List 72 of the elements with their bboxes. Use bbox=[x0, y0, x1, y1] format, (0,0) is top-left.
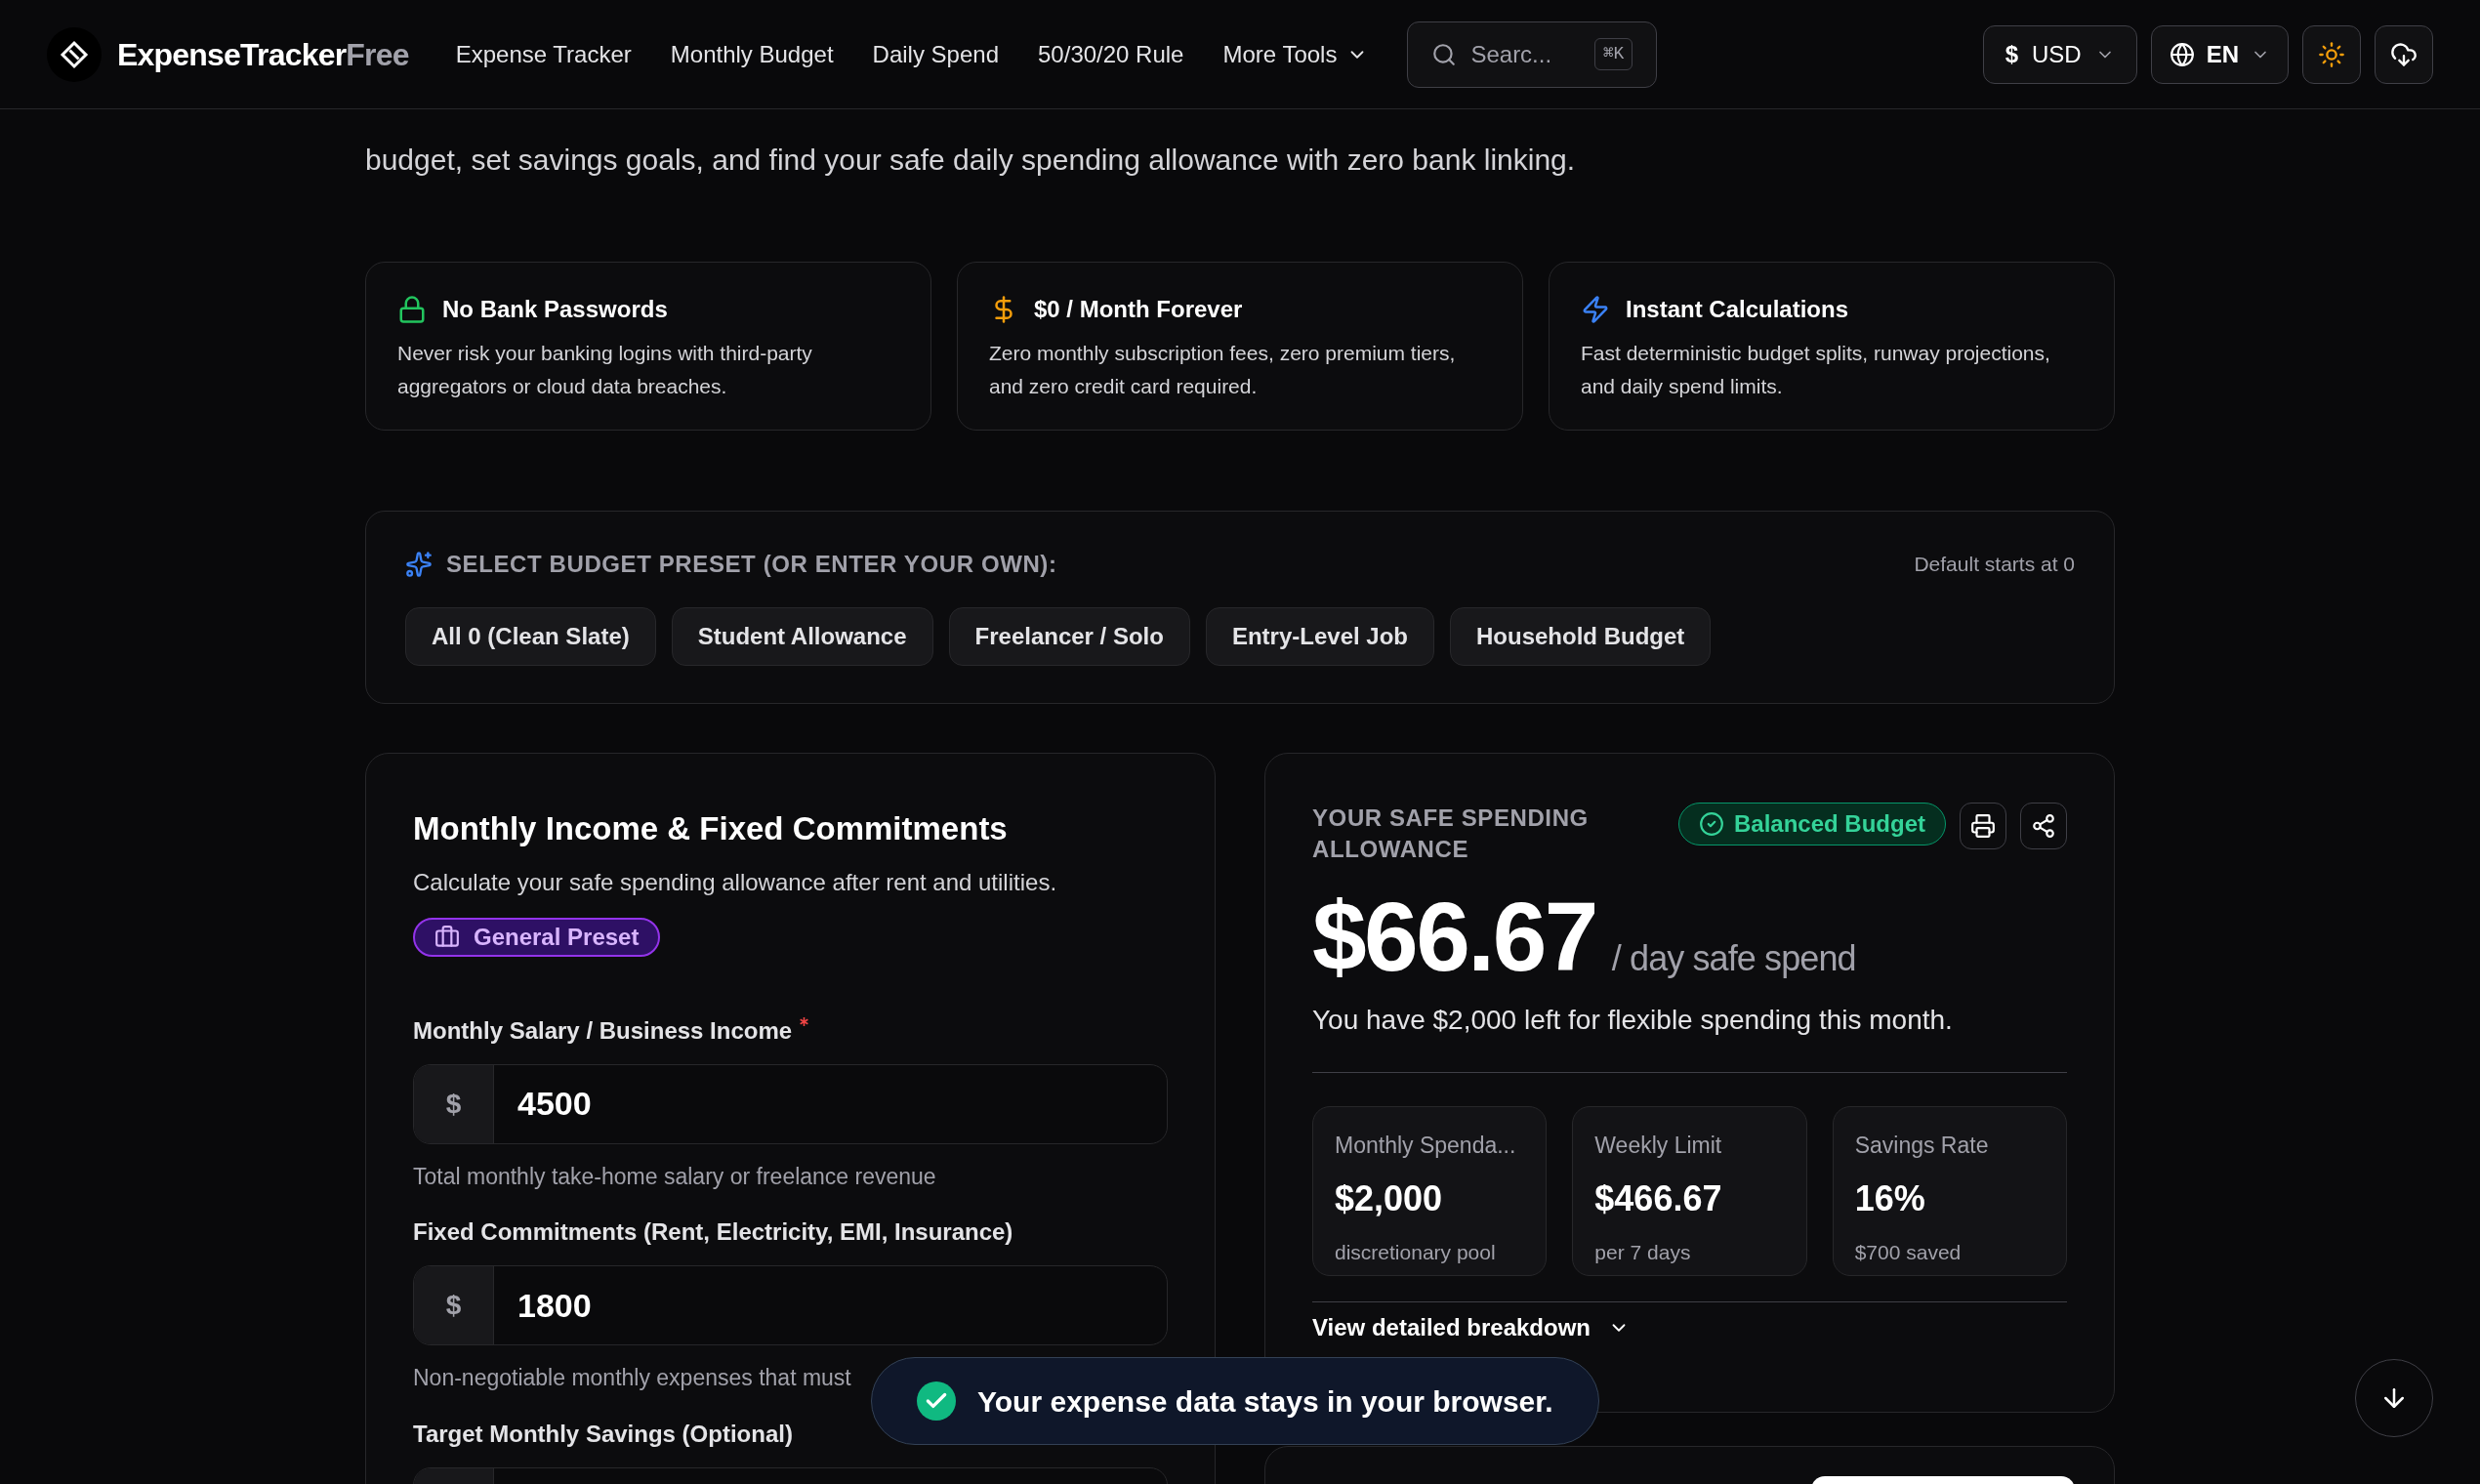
brand-link[interactable]: ExpenseTrackerFree bbox=[117, 30, 409, 78]
breakdown-toggle[interactable]: View detailed breakdown bbox=[1312, 1310, 1630, 1345]
feature-title: No Bank Passwords bbox=[442, 295, 668, 324]
stat-label: Monthly Spenda... bbox=[1335, 1132, 1517, 1160]
preset-heading: SELECT BUDGET PRESET (OR ENTER YOUR OWN): bbox=[446, 550, 1057, 579]
preset-note: Default starts at 0 bbox=[1914, 552, 2075, 578]
feature-title: $0 / Month Forever bbox=[1034, 295, 1243, 324]
feature-description: Fast deterministic budget splits, runway projections, and daily spend limits. bbox=[1581, 341, 2051, 399]
nav-link[interactable]: Daily Spend bbox=[872, 36, 999, 72]
nav-link[interactable]: Expense Tracker bbox=[455, 36, 632, 72]
cloud-download-icon bbox=[2390, 40, 2418, 68]
currency-prefix: $ bbox=[445, 1289, 462, 1322]
toast-message: Your expense data stays in your browser. bbox=[977, 1383, 1553, 1420]
field-hint: Total monthly take-home salary or freelance revenue bbox=[413, 1162, 936, 1191]
sparkles-icon bbox=[405, 551, 433, 578]
field-hint: Non-negotiable monthly expenses that must bbox=[413, 1364, 851, 1392]
stat-value: 16% bbox=[1854, 1176, 1926, 1220]
nav-link[interactable]: Monthly Budget bbox=[670, 36, 834, 72]
field-label: Target Monthly Savings (Optional) bbox=[413, 1419, 793, 1449]
language-dropdown[interactable]: EN bbox=[2150, 24, 2289, 84]
field-label: Monthly Salary / Business Income bbox=[413, 1015, 793, 1046]
lightning-icon bbox=[1581, 295, 1610, 324]
stat-value: $2,000 bbox=[1335, 1176, 1444, 1220]
stat-label: Weekly Limit bbox=[1594, 1132, 1723, 1160]
lock-icon bbox=[397, 295, 427, 324]
amount-field[interactable]: $ 4500 bbox=[413, 1063, 1168, 1144]
globe-icon bbox=[2169, 41, 2195, 67]
currency-prefix: $ bbox=[445, 1087, 462, 1121]
stat-value: $466.67 bbox=[1594, 1176, 1723, 1220]
share-button[interactable] bbox=[2020, 803, 2067, 849]
stat-label: Savings Rate bbox=[1854, 1132, 1990, 1160]
preset-chip[interactable]: Household Budget bbox=[1450, 607, 1712, 666]
preset-chip[interactable]: Freelancer / Solo bbox=[948, 607, 1190, 666]
theme-toggle[interactable] bbox=[2302, 24, 2361, 84]
required-mark-icon bbox=[800, 1016, 809, 1026]
card-subtitle: Calculate your safe spending allowance after rent and utilities. bbox=[413, 867, 1058, 897]
share-icon bbox=[2031, 813, 2056, 839]
search-placeholder: Searc... bbox=[1470, 39, 1552, 69]
currency-dropdown[interactable]: $ USD bbox=[1982, 24, 2137, 84]
status-badge: Balanced Budget bbox=[1677, 803, 1946, 845]
briefcase-icon bbox=[434, 924, 460, 950]
amount-field[interactable]: $ 1800 bbox=[413, 1265, 1168, 1345]
print-icon bbox=[1970, 813, 1996, 839]
download-button[interactable] bbox=[2375, 24, 2433, 84]
check-icon bbox=[917, 1381, 956, 1421]
stat-sub: $700 saved bbox=[1854, 1239, 1963, 1265]
intro-text: budget, set savings goals, and find your safe daily spending allowance with zero bank linking. bbox=[365, 143, 1577, 178]
nav-dropdown[interactable]: More Tools bbox=[1222, 36, 1369, 72]
preset-chip[interactable]: All 0 (Clean Slate) bbox=[405, 607, 656, 666]
stat-sub: discretionary pool bbox=[1335, 1239, 1497, 1265]
daily-amount: $66.67 bbox=[1312, 883, 1596, 990]
feature-description: Zero monthly subscription fees, zero premium tiers, and zero credit card required. bbox=[989, 341, 1457, 399]
shortcut-key: ⌘K bbox=[1593, 38, 1633, 70]
preset-chip[interactable]: Entry-Level Job bbox=[1205, 607, 1434, 666]
sun-icon bbox=[2318, 40, 2345, 68]
field-label: Fixed Commitments (Rent, Electricity, EMI, Insurance) bbox=[413, 1217, 1013, 1247]
search-icon bbox=[1431, 41, 1458, 67]
amount-unit: / day safe spend bbox=[1611, 937, 1856, 980]
nav-link[interactable]: 50/30/20 Rule bbox=[1038, 36, 1184, 72]
allowance-heading: YOUR SAFE SPENDING ALLOWANCE bbox=[1312, 804, 1590, 864]
search-field[interactable]: Searc... ⌘K bbox=[1407, 21, 1658, 88]
feature-description: Never risk your banking logins with third-party aggregators or cloud data breaches. bbox=[397, 341, 813, 399]
field-value: 4500 bbox=[517, 1084, 593, 1124]
check-circle-icon bbox=[1698, 811, 1724, 837]
preset-chip[interactable]: Student Allowance bbox=[671, 607, 933, 666]
stat-sub: per 7 days bbox=[1594, 1239, 1692, 1265]
print-button[interactable] bbox=[1960, 803, 2006, 849]
card-title: Monthly Income & Fixed Commitments bbox=[413, 809, 1009, 848]
summary-message: You have $2,000 left for flexible spending this month. bbox=[1312, 1004, 1954, 1037]
field-value: 1800 bbox=[517, 1285, 593, 1326]
preset-badge: General Preset bbox=[413, 917, 661, 957]
feature-title: Instant Calculations bbox=[1626, 295, 1849, 324]
